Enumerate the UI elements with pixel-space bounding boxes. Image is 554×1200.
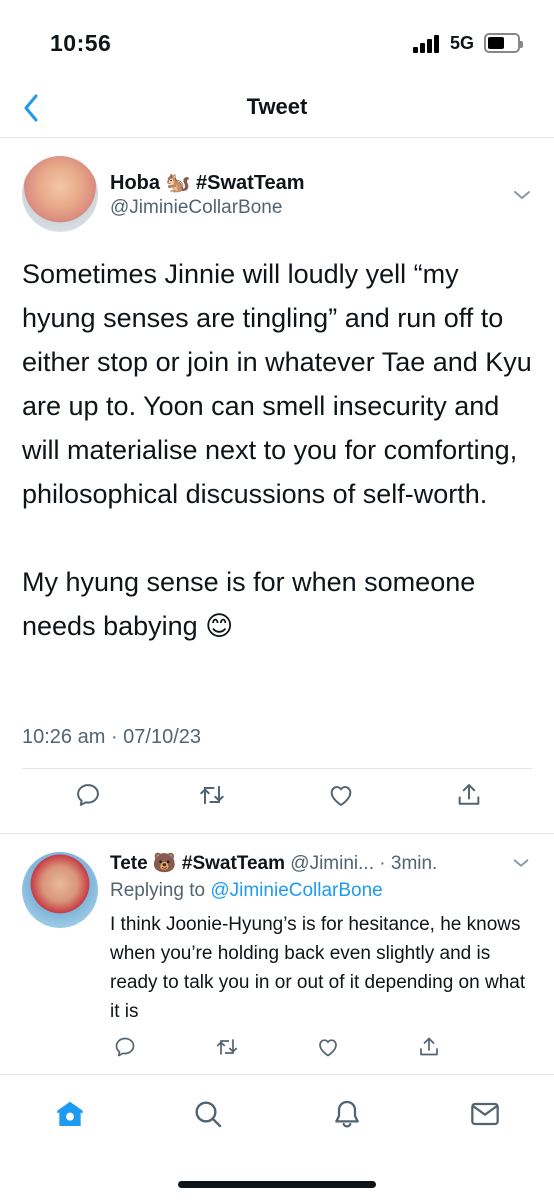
retweet-button[interactable] <box>195 778 229 812</box>
reply-avatar[interactable] <box>22 852 98 928</box>
replying-to: Replying to @JiminieCollarBone <box>110 880 383 902</box>
share-button[interactable] <box>452 778 486 812</box>
author-handle[interactable]: @JiminieCollarBone <box>110 197 282 219</box>
share-icon <box>458 784 480 805</box>
signal-icon <box>413 35 441 53</box>
tweet-menu-button[interactable] <box>510 183 534 207</box>
tweet-actions <box>0 778 554 822</box>
tab-messages[interactable] <box>465 1094 505 1134</box>
network-type: 5G <box>450 33 475 53</box>
reply-like-button[interactable] <box>311 1030 345 1064</box>
notifications-icon <box>335 1100 359 1128</box>
nav-header: Tweet <box>0 80 554 138</box>
home-icon <box>57 1101 83 1126</box>
battery-icon: 50 <box>484 33 523 53</box>
share-icon <box>420 1037 438 1056</box>
tab-home[interactable] <box>50 1094 90 1134</box>
reply-icon <box>115 1037 135 1057</box>
replying-to-link[interactable]: @JiminieCollarBone <box>210 880 382 901</box>
reply-icon <box>77 784 99 806</box>
reply-reply-button[interactable] <box>108 1030 142 1064</box>
home-indicator[interactable] <box>178 1181 376 1188</box>
chevron-down-icon <box>514 191 530 199</box>
tweet-text: Sometimes Jinnie will loudly yell “my hy… <box>22 259 532 641</box>
battery-level: 50 <box>494 35 510 50</box>
retweet-icon <box>200 785 224 805</box>
page-title: Tweet <box>246 94 308 119</box>
reply-retweet-button[interactable] <box>210 1030 244 1064</box>
replying-prefix: Replying to <box>110 880 211 901</box>
reply-header: Tete 🐻 #SwatTeam @Jimini... · 3min. <box>110 851 437 875</box>
status-bar: 10:56 5G 50 <box>0 0 554 80</box>
status-time: 10:56 <box>50 30 112 56</box>
retweet-icon <box>216 1039 238 1055</box>
reply-author-name[interactable]: Tete 🐻 #SwatTeam <box>110 853 285 874</box>
like-icon <box>330 786 352 806</box>
reply-share-button[interactable] <box>412 1030 446 1064</box>
author-name[interactable]: Hoba 🐿️ #SwatTeam <box>110 170 305 195</box>
search-icon <box>195 1101 222 1128</box>
divider <box>22 768 532 769</box>
reply-button[interactable] <box>71 778 105 812</box>
reply-author-handle[interactable]: @Jimini... <box>290 853 374 874</box>
chevron-down-icon <box>513 859 529 867</box>
like-button[interactable] <box>324 778 358 812</box>
author-avatar[interactable] <box>22 156 98 232</box>
reply-menu-button[interactable] <box>510 852 532 874</box>
reply-tweet[interactable]: Tete 🐻 #SwatTeam @Jimini... · 3min. Repl… <box>0 833 554 1075</box>
like-icon <box>319 1039 337 1057</box>
tweet-timestamp: 10:26 am · 07/10/23 <box>22 726 202 748</box>
messages-icon <box>471 1102 499 1126</box>
reply-text: I think Joonie-Hyung’s is for hesitance,… <box>110 914 526 1022</box>
tab-notifications[interactable] <box>327 1094 367 1134</box>
tab-search[interactable] <box>188 1094 228 1134</box>
reply-time: · 3min. <box>379 853 438 874</box>
